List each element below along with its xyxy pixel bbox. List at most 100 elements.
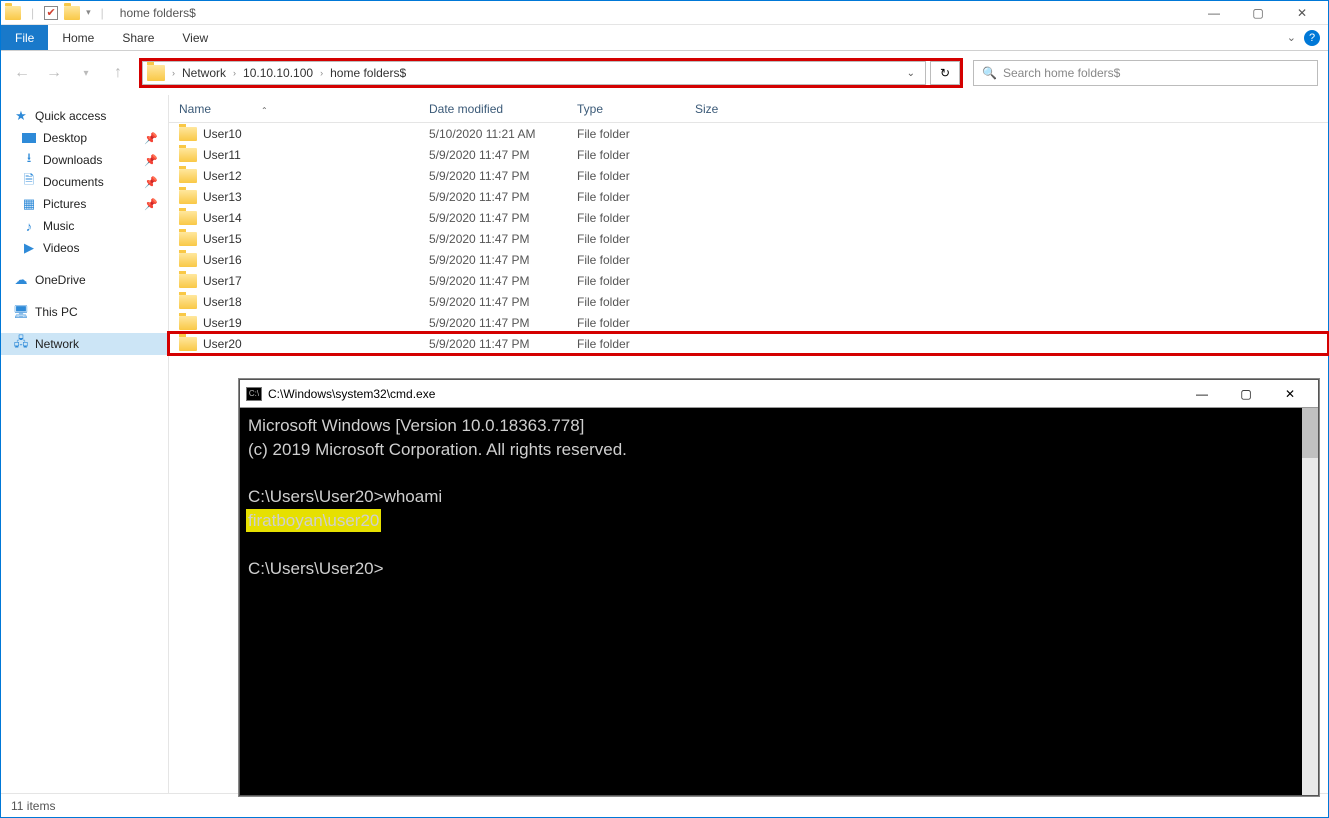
ribbon-expand-icon[interactable]: ⌄ (1287, 31, 1296, 44)
sidebar-item-desktop[interactable]: Desktop📌 (1, 127, 168, 149)
table-row[interactable]: User125/9/2020 11:47 PMFile folder (169, 165, 1328, 186)
qat-dropdown-icon[interactable]: ▾ (86, 7, 91, 18)
forward-button[interactable]: → (43, 62, 65, 84)
tab-share[interactable]: Share (108, 25, 168, 50)
cell-date: 5/9/2020 11:47 PM (429, 295, 577, 309)
tab-view[interactable]: View (168, 25, 222, 50)
onedrive-icon: ☁ (13, 272, 29, 288)
pin-icon: 📌 (144, 198, 158, 211)
app-folder-icon (5, 6, 21, 20)
sidebar-item-pictures[interactable]: ▦Pictures📌 (1, 193, 168, 215)
address-bar-highlight: › Network › 10.10.10.100 › home folders$… (139, 58, 963, 88)
refresh-button[interactable]: ↻ (930, 61, 960, 85)
navigation-row: ← → ▾ ↑ › Network › 10.10.10.100 › home … (1, 51, 1328, 95)
status-item-count: 11 items (11, 799, 55, 813)
pictures-icon: ▦ (21, 196, 37, 212)
table-row[interactable]: User175/9/2020 11:47 PMFile folder (169, 270, 1328, 291)
cmd-minimize-button[interactable]: — (1180, 380, 1224, 408)
minimize-button[interactable]: — (1192, 1, 1236, 25)
cmd-line: Microsoft Windows [Version 10.0.18363.77… (248, 414, 1310, 438)
back-button[interactable]: ← (11, 62, 33, 84)
cmd-scrollbar-thumb[interactable] (1302, 408, 1318, 458)
address-dropdown-icon[interactable]: ⌄ (907, 68, 915, 79)
tab-home[interactable]: Home (48, 25, 108, 50)
breadcrumb-network[interactable]: Network (178, 66, 230, 80)
pin-icon: 📌 (144, 176, 158, 189)
ribbon: File Home Share View ⌄ ? (1, 25, 1328, 51)
sidebar-onedrive[interactable]: ☁OneDrive (1, 269, 168, 291)
sort-indicator-icon: ⌃ (261, 106, 268, 115)
cell-name: User17 (203, 274, 429, 288)
sidebar-thispc[interactable]: 🖥This PC (1, 301, 168, 323)
chevron-right-icon[interactable]: › (169, 68, 178, 78)
cell-type: File folder (577, 211, 695, 225)
cell-name: User14 (203, 211, 429, 225)
cell-name: User10 (203, 127, 429, 141)
table-row[interactable]: User115/9/2020 11:47 PMFile folder (169, 144, 1328, 165)
sidebar-item-music[interactable]: ♪Music (1, 215, 168, 237)
sidebar-item-downloads[interactable]: ⭳Downloads📌 (1, 149, 168, 171)
cell-date: 5/9/2020 11:47 PM (429, 337, 577, 351)
cmd-body[interactable]: Microsoft Windows [Version 10.0.18363.77… (240, 408, 1318, 795)
column-size[interactable]: Size (695, 102, 795, 116)
up-button[interactable]: ↑ (107, 62, 129, 84)
sidebar-network[interactable]: 🖧Network (1, 333, 168, 355)
column-date[interactable]: Date modified (429, 102, 577, 116)
folder-icon (179, 148, 197, 162)
file-tab[interactable]: File (1, 25, 48, 50)
desktop-icon (22, 133, 36, 143)
search-icon: 🔍 (982, 66, 997, 80)
folder-icon (179, 316, 197, 330)
thispc-icon: 🖥 (13, 304, 29, 320)
cmd-maximize-button[interactable]: ▢ (1224, 380, 1268, 408)
table-row[interactable]: User155/9/2020 11:47 PMFile folder (169, 228, 1328, 249)
maximize-button[interactable]: ▢ (1236, 1, 1280, 25)
qat-properties-icon[interactable]: ✔ (44, 6, 58, 20)
cell-type: File folder (577, 148, 695, 162)
qat-open-icon[interactable] (64, 6, 80, 20)
cell-name: User12 (203, 169, 429, 183)
recent-locations-icon[interactable]: ▾ (75, 62, 97, 84)
table-row[interactable]: User195/9/2020 11:47 PMFile folder (169, 312, 1328, 333)
folder-icon (179, 295, 197, 309)
sidebar-item-videos[interactable]: ▶Videos (1, 237, 168, 259)
cmd-scrollbar[interactable] (1302, 408, 1318, 795)
cell-type: File folder (577, 253, 695, 267)
search-box[interactable]: 🔍 Search home folders$ (973, 60, 1318, 86)
titlebar: | ✔ ▾ | home folders$ — ▢ ✕ (1, 1, 1328, 25)
cell-type: File folder (577, 316, 695, 330)
sidebar-quick-access[interactable]: ★ Quick access (1, 105, 168, 127)
folder-icon (179, 253, 197, 267)
table-row[interactable]: User105/10/2020 11:21 AMFile folder (169, 123, 1328, 144)
column-name[interactable]: Name⌃ (169, 102, 429, 116)
cell-type: File folder (577, 190, 695, 204)
address-bar[interactable]: › Network › 10.10.10.100 › home folders$… (142, 61, 926, 85)
table-row[interactable]: User135/9/2020 11:47 PMFile folder (169, 186, 1328, 207)
table-row[interactable]: User185/9/2020 11:47 PMFile folder (169, 291, 1328, 312)
music-icon: ♪ (21, 218, 37, 234)
column-headers: Name⌃ Date modified Type Size (169, 95, 1328, 123)
cell-date: 5/9/2020 11:47 PM (429, 169, 577, 183)
cell-name: User18 (203, 295, 429, 309)
cmd-output-highlight: firatboyan\user20 (248, 509, 1310, 533)
help-icon[interactable]: ? (1304, 30, 1320, 46)
chevron-right-icon[interactable]: › (230, 68, 239, 78)
sidebar-item-documents[interactable]: 🗎Documents📌 (1, 171, 168, 193)
folder-icon (179, 127, 197, 141)
cell-name: User15 (203, 232, 429, 246)
cmd-titlebar[interactable]: C:\ C:\Windows\system32\cmd.exe — ▢ ✕ (240, 380, 1318, 408)
chevron-right-icon[interactable]: › (317, 68, 326, 78)
cell-date: 5/9/2020 11:47 PM (429, 316, 577, 330)
breadcrumb-folder[interactable]: home folders$ (326, 66, 410, 80)
close-button[interactable]: ✕ (1280, 1, 1324, 25)
table-row[interactable]: User145/9/2020 11:47 PMFile folder (169, 207, 1328, 228)
cmd-close-button[interactable]: ✕ (1268, 380, 1312, 408)
breadcrumb-host[interactable]: 10.10.10.100 (239, 66, 317, 80)
network-icon: 🖧 (13, 336, 29, 352)
documents-icon: 🗎 (21, 174, 37, 190)
table-row[interactable]: User205/9/2020 11:47 PMFile folder (169, 333, 1328, 354)
cell-date: 5/9/2020 11:47 PM (429, 274, 577, 288)
column-type[interactable]: Type (577, 102, 695, 116)
table-row[interactable]: User165/9/2020 11:47 PMFile folder (169, 249, 1328, 270)
cell-date: 5/10/2020 11:21 AM (429, 127, 577, 141)
